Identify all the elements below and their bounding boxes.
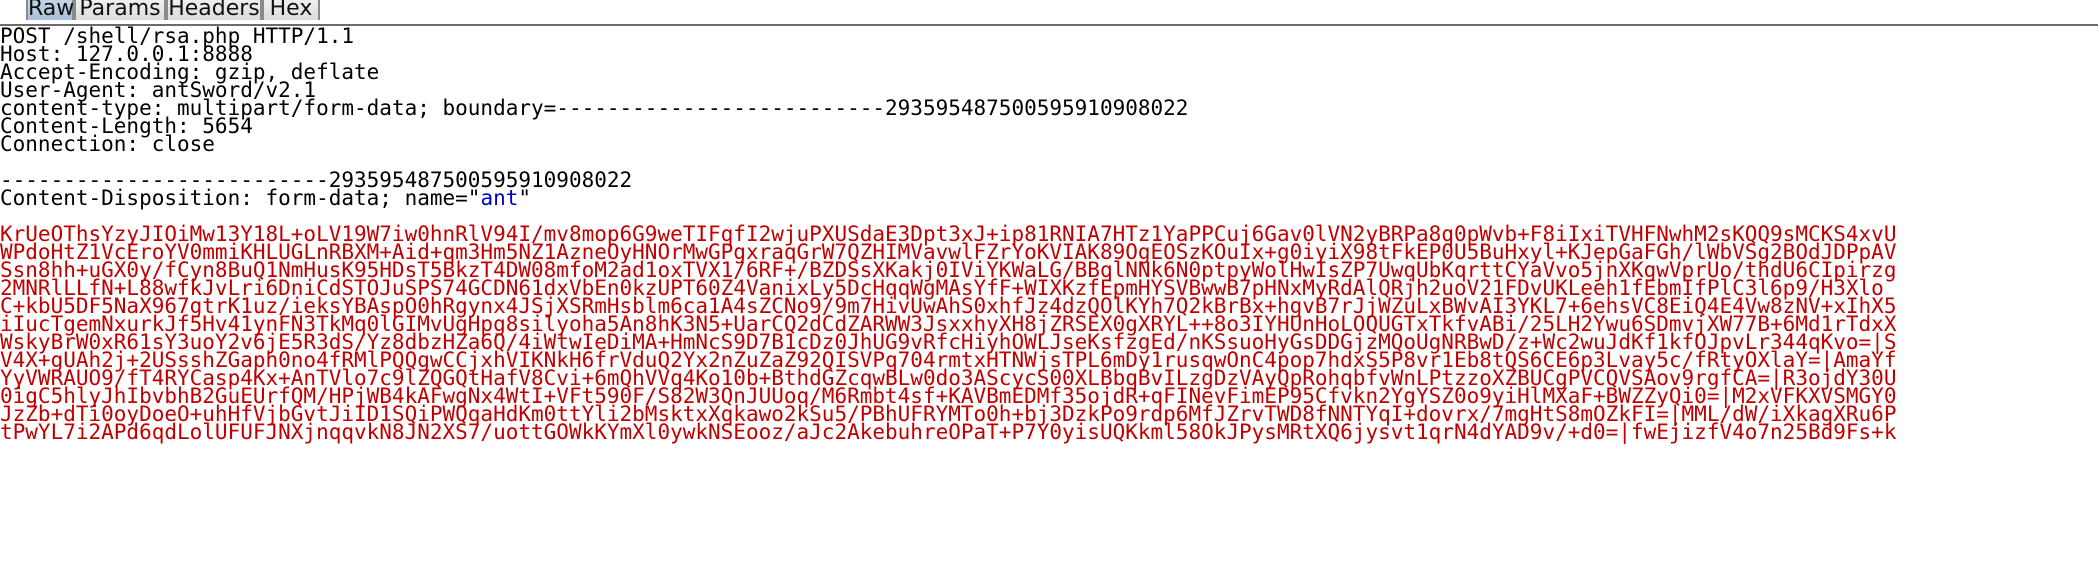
content-disposition: Content-Disposition: form-data; name="an…: [0, 186, 531, 210]
tab-raw[interactable]: Raw: [26, 0, 74, 21]
raw-request-editor[interactable]: POST /shell/rsa.php HTTP/1.1 Host: 127.0…: [0, 24, 2098, 580]
tab-hex[interactable]: Hex: [262, 0, 320, 21]
form-field-name: ant: [480, 186, 519, 210]
content-disposition-prefix: Content-Disposition: form-data; name=": [0, 186, 481, 210]
message-editor-tabbar: Raw Params Headers Hex: [0, 0, 2098, 26]
payload-line: tPwYL7i2APd6qdLolUFUFJNXjnqqvkN8JN2XS7/u…: [0, 420, 1897, 444]
header-connection: Connection: close: [0, 132, 215, 156]
tab-params[interactable]: Params: [74, 0, 166, 21]
content-disposition-suffix: ": [518, 186, 532, 210]
tab-headers[interactable]: Headers: [166, 0, 262, 21]
